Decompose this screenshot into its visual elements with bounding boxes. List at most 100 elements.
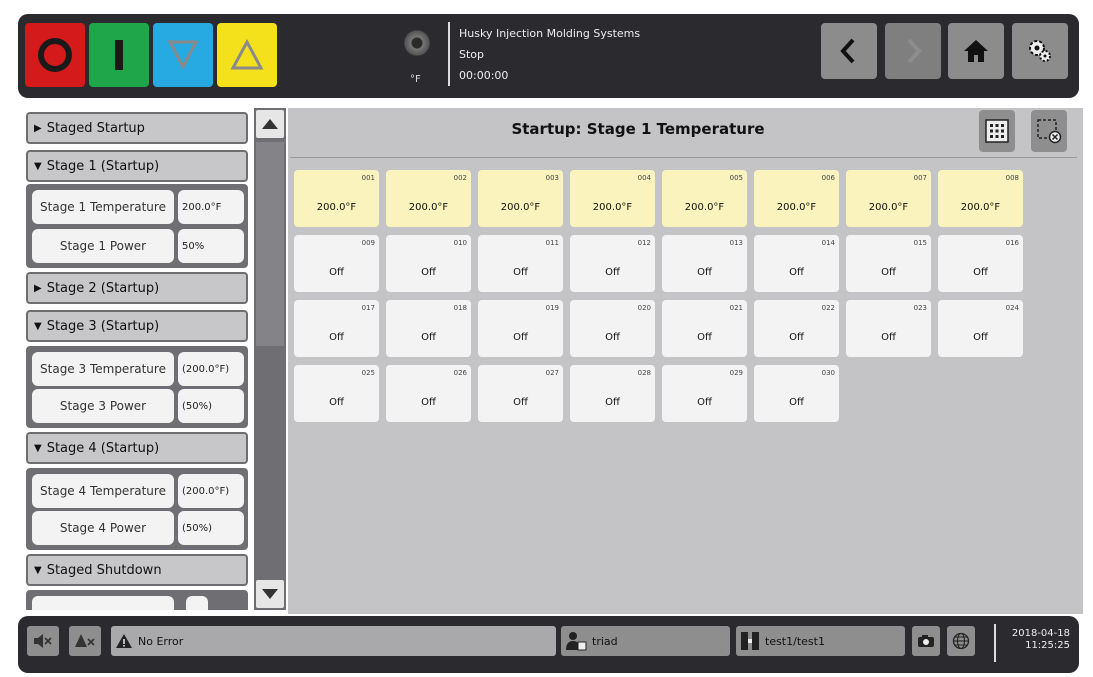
zone-tile[interactable]: 020 Off: [570, 300, 655, 357]
forward-button[interactable]: [885, 23, 941, 79]
zone-tile[interactable]: 007 200.0°F: [846, 170, 931, 227]
section-stage4[interactable]: ▼ Stage 4 (Startup): [26, 432, 248, 464]
settings-button[interactable]: [1012, 23, 1068, 79]
zone-tile[interactable]: 019 Off: [478, 300, 563, 357]
mute-button[interactable]: [27, 626, 59, 656]
zone-tile[interactable]: 029 Off: [662, 365, 747, 422]
zone-value: Off: [329, 397, 344, 408]
home-icon: [964, 40, 988, 62]
header-bar: °F Husky Injection Molding Systems Stop …: [18, 14, 1079, 98]
zone-tile[interactable]: 005 200.0°F: [662, 170, 747, 227]
zone-tile[interactable]: 002 200.0°F: [386, 170, 471, 227]
zone-tile[interactable]: 017 Off: [294, 300, 379, 357]
stage4-temperature-label: Stage 4 Temperature: [32, 474, 174, 508]
zone-tile[interactable]: 025 Off: [294, 365, 379, 422]
select-all-button[interactable]: [979, 110, 1015, 152]
alarm-off-icon: [75, 634, 95, 647]
user-icon: [565, 631, 587, 651]
zone-tile[interactable]: 006 200.0°F: [754, 170, 839, 227]
clear-selection-button[interactable]: [1031, 110, 1067, 152]
alarm-text: No Error: [138, 634, 184, 648]
sidebar-scrollbar[interactable]: [254, 108, 286, 610]
increase-button[interactable]: [217, 23, 277, 87]
cycle-time: 00:00:00: [459, 69, 509, 82]
mold-button[interactable]: test1/test1: [736, 626, 905, 656]
home-button[interactable]: [948, 23, 1004, 79]
section-stage1[interactable]: ▼ Stage 1 (Startup): [26, 150, 248, 182]
shutdown-param-input[interactable]: [186, 596, 208, 610]
shutdown-param-label: [32, 596, 174, 610]
zone-tile[interactable]: 013 Off: [662, 235, 747, 292]
collapse-arrow-icon: ▼: [34, 320, 42, 332]
alarm-acknowledge-button[interactable]: [69, 626, 101, 656]
date-text: 2018-04-18: [1011, 628, 1070, 639]
section-label: Stage 3 (Startup): [46, 318, 160, 334]
stage-sidebar: ▶ Staged Startup ▼ Stage 1 (Startup) Sta…: [24, 108, 250, 610]
stage3-temperature-input[interactable]: (200.0°F): [178, 352, 244, 386]
zone-tile[interactable]: 030 Off: [754, 365, 839, 422]
zone-tile[interactable]: 026 Off: [386, 365, 471, 422]
stage1-panel: Stage 1 Temperature 200.0°F Stage 1 Powe…: [26, 184, 248, 268]
zone-number: 015: [913, 239, 927, 247]
section-staged-startup[interactable]: ▶ Staged Startup: [26, 112, 248, 144]
zone-value: Off: [697, 267, 712, 278]
scroll-thumb[interactable]: [256, 142, 284, 346]
zone-value: Off: [789, 267, 804, 278]
zone-tile[interactable]: 016 Off: [938, 235, 1023, 292]
zone-value: 200.0°F: [408, 202, 449, 213]
stage1-power-input[interactable]: 50%: [178, 229, 244, 263]
stage4-power-input[interactable]: (50%): [178, 511, 244, 545]
zone-number: 027: [545, 369, 559, 377]
user-button[interactable]: triad: [561, 626, 730, 656]
zone-tile[interactable]: 028 Off: [570, 365, 655, 422]
section-label: Stage 1 (Startup): [46, 158, 160, 174]
zone-number: 007: [913, 174, 927, 182]
zone-tile[interactable]: 001 200.0°F: [294, 170, 379, 227]
language-button[interactable]: [947, 626, 975, 656]
zone-tile[interactable]: 024 Off: [938, 300, 1023, 357]
zone-tile[interactable]: 008 200.0°F: [938, 170, 1023, 227]
alarm-status-bar[interactable]: No Error: [111, 626, 556, 656]
zone-number: 014: [821, 239, 835, 247]
zone-value: Off: [697, 397, 712, 408]
zone-value: 200.0°F: [868, 202, 909, 213]
clear-selection-icon: [1037, 119, 1062, 144]
start-button[interactable]: [89, 23, 149, 87]
zone-tile[interactable]: 015 Off: [846, 235, 931, 292]
stage3-power-input[interactable]: (50%): [178, 389, 244, 423]
stage1-temperature-input[interactable]: 200.0°F: [178, 190, 244, 224]
zone-tile[interactable]: 004 200.0°F: [570, 170, 655, 227]
scroll-down-button[interactable]: [256, 580, 284, 608]
temperature-unit-knob[interactable]: [404, 30, 430, 56]
footer-divider: [994, 624, 996, 662]
zone-value: Off: [513, 397, 528, 408]
stop-button[interactable]: [25, 23, 85, 87]
title-divider: [290, 157, 1077, 158]
zone-tile[interactable]: 022 Off: [754, 300, 839, 357]
scroll-up-button[interactable]: [256, 110, 284, 138]
zone-tile[interactable]: 012 Off: [570, 235, 655, 292]
zone-number: 005: [729, 174, 743, 182]
decrease-button[interactable]: [153, 23, 213, 87]
temperature-unit-label: °F: [410, 74, 421, 85]
zone-tile[interactable]: 010 Off: [386, 235, 471, 292]
zone-value: 200.0°F: [776, 202, 817, 213]
section-staged-shutdown[interactable]: ▼ Staged Shutdown: [26, 554, 248, 586]
back-button[interactable]: [821, 23, 877, 79]
section-stage3[interactable]: ▼ Stage 3 (Startup): [26, 310, 248, 342]
zone-number: 017: [361, 304, 375, 312]
zone-tile[interactable]: 011 Off: [478, 235, 563, 292]
zone-tile[interactable]: 023 Off: [846, 300, 931, 357]
zone-tile[interactable]: 018 Off: [386, 300, 471, 357]
screenshot-button[interactable]: [912, 626, 940, 656]
zone-value: Off: [421, 397, 436, 408]
zone-tile[interactable]: 027 Off: [478, 365, 563, 422]
stage4-temperature-input[interactable]: (200.0°F): [178, 474, 244, 508]
zone-tile[interactable]: 003 200.0°F: [478, 170, 563, 227]
zone-tile[interactable]: 014 Off: [754, 235, 839, 292]
section-stage2[interactable]: ▶ Stage 2 (Startup): [26, 272, 248, 304]
header-divider: [448, 22, 450, 86]
zone-tile[interactable]: 009 Off: [294, 235, 379, 292]
zone-tile[interactable]: 021 Off: [662, 300, 747, 357]
zone-value: 200.0°F: [500, 202, 541, 213]
